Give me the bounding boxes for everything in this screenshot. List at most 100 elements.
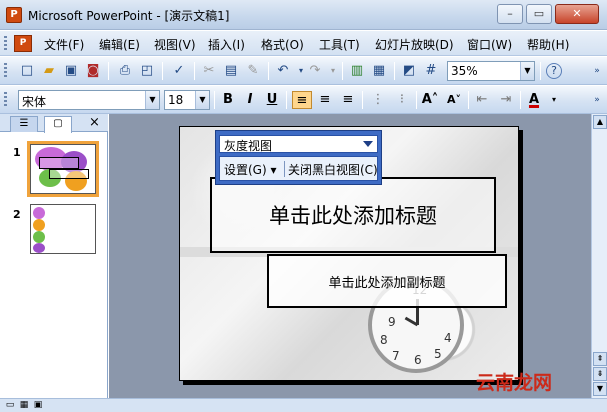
cut-icon[interactable]: ✂: [200, 62, 218, 80]
permission-icon[interactable]: ◙: [84, 62, 102, 80]
toolbar-separator: [286, 91, 287, 109]
grayscale-view-toolbar: 灰度视图 设置(G) ▾ 关闭黑白视图(C): [215, 130, 382, 185]
title-bar: P Microsoft PowerPoint - [演示文稿1] – ▭ ✕: [0, 0, 607, 30]
paste-icon[interactable]: ▤: [222, 62, 240, 80]
toolbar-grip-icon[interactable]: [4, 63, 7, 79]
menu-window[interactable]: 窗口(W): [467, 36, 512, 53]
show-grid-icon[interactable]: #: [422, 62, 440, 80]
slide-thumbnail-1[interactable]: [27, 141, 99, 197]
increase-font-icon[interactable]: A˄: [420, 91, 440, 109]
toolbar-grip-icon[interactable]: [4, 92, 7, 108]
toolbar-separator: [520, 91, 521, 109]
print-icon[interactable]: ⎙: [116, 62, 134, 80]
thumb-subtitle-box: [49, 169, 89, 179]
menu-grip-icon[interactable]: [4, 36, 7, 51]
zoom-value: 35%: [451, 64, 478, 78]
decrease-font-icon[interactable]: A˅: [444, 91, 464, 109]
clock-numeral: 5: [434, 347, 442, 361]
toolbar-options-icon[interactable]: »: [588, 62, 606, 80]
vertical-scrollbar[interactable]: ▲ ⇞ ⇟ ▼: [591, 114, 607, 398]
align-right-icon[interactable]: ≡: [338, 91, 358, 109]
new-icon[interactable]: □: [18, 62, 36, 80]
panel-tabs: ☰ ▢ ×: [0, 114, 108, 133]
menu-help[interactable]: 帮助(H): [527, 36, 569, 53]
redo-dropdown-icon[interactable]: ▾: [324, 62, 342, 80]
title-placeholder[interactable]: 单击此处添加标题: [210, 177, 496, 253]
menu-view[interactable]: 视图(V): [154, 36, 196, 53]
menu-insert[interactable]: 插入(I): [208, 36, 245, 53]
menu-slideshow[interactable]: 幻灯片放映(D): [375, 36, 454, 53]
open-icon[interactable]: ▰: [40, 62, 58, 80]
menu-bar: P 文件(F) 编辑(E) 视图(V) 插入(I) 格式(O) 工具(T) 幻灯…: [0, 31, 607, 56]
normal-view-icon[interactable]: ▭: [4, 400, 16, 411]
format-painter-icon[interactable]: ✎: [244, 62, 262, 80]
close-icon[interactable]: ×: [89, 115, 100, 130]
insert-table-icon[interactable]: ▦: [370, 62, 388, 80]
clock-numeral: 9: [388, 315, 396, 329]
spelling-icon[interactable]: ✓: [170, 62, 188, 80]
menu-tools[interactable]: 工具(T): [319, 36, 360, 53]
save-icon[interactable]: ▣: [62, 62, 80, 80]
align-left-icon[interactable]: ≡: [292, 91, 312, 109]
next-slide-icon[interactable]: ⇟: [593, 367, 607, 381]
font-color-icon[interactable]: A: [524, 91, 544, 109]
clock-numeral: 4: [444, 331, 452, 345]
underline-button[interactable]: U: [262, 91, 282, 109]
slide-sorter-icon[interactable]: ▦: [18, 400, 30, 411]
insert-chart-icon[interactable]: ▥: [348, 62, 366, 80]
print-preview-icon[interactable]: ◰: [138, 62, 156, 80]
document-icon[interactable]: P: [14, 35, 32, 52]
close-button[interactable]: ✕: [555, 4, 599, 24]
thumb-title-box: [39, 157, 79, 169]
slide-thumbnail-2[interactable]: [30, 204, 96, 254]
help-icon[interactable]: ?: [546, 63, 562, 79]
redo-icon[interactable]: ↷: [306, 62, 324, 80]
grayscale-toolbar-body: 设置(G) ▾ 关闭黑白视图(C): [219, 156, 378, 181]
chevron-down-icon[interactable]: ▼: [145, 91, 159, 109]
restore-button[interactable]: ▭: [526, 4, 552, 24]
slides-panel: ☰ ▢ × 1 2: [0, 114, 108, 398]
increase-indent-icon[interactable]: ⇥: [496, 91, 516, 109]
toolbar-separator: [416, 91, 417, 109]
font-color-dropdown-icon[interactable]: ▾: [544, 91, 564, 109]
bold-button[interactable]: B: [218, 91, 238, 109]
close-grayscale-button[interactable]: 关闭黑白视图(C): [288, 161, 378, 178]
chevron-down-icon[interactable]: [363, 141, 373, 147]
previous-slide-icon[interactable]: ⇞: [593, 352, 607, 366]
slide-number: 2: [13, 208, 21, 221]
toolbar-options-icon[interactable]: »: [588, 91, 606, 109]
undo-icon[interactable]: ↶: [274, 62, 292, 80]
bullets-icon[interactable]: ⁝: [392, 91, 412, 109]
clock-numeral: 8: [380, 333, 388, 347]
chevron-down-icon[interactable]: ▼: [195, 91, 209, 109]
scroll-up-icon[interactable]: ▲: [593, 115, 607, 129]
menu-file[interactable]: 文件(F): [44, 36, 84, 53]
zoom-select[interactable]: 35% ▼: [447, 61, 535, 81]
slide-number: 1: [13, 146, 21, 159]
thumb-graphic: [33, 219, 45, 231]
decrease-indent-icon[interactable]: ⇤: [472, 91, 492, 109]
toolbar-separator: [342, 62, 343, 80]
settings-button[interactable]: 设置(G) ▾: [224, 161, 277, 178]
scroll-down-icon[interactable]: ▼: [593, 382, 607, 396]
toolbar-separator: [214, 91, 215, 109]
grayscale-mode-select[interactable]: 灰度视图: [219, 135, 378, 153]
font-name-select[interactable]: 宋体 ▼: [18, 90, 160, 110]
subtitle-placeholder[interactable]: 单击此处添加副标题: [267, 254, 507, 308]
menu-edit[interactable]: 编辑(E): [99, 36, 140, 53]
slides-tab[interactable]: ▢: [44, 116, 72, 133]
color-grayscale-icon[interactable]: ◩: [400, 62, 418, 80]
menu-format[interactable]: 格式(O): [261, 36, 304, 53]
powerpoint-app-icon[interactable]: P: [6, 7, 22, 23]
thumb-graphic: [33, 243, 45, 253]
italic-button[interactable]: I: [240, 91, 260, 109]
outline-tab[interactable]: ☰: [10, 116, 38, 132]
align-center-icon[interactable]: ≡: [315, 91, 335, 109]
numbering-icon[interactable]: ⋮: [368, 91, 388, 109]
minimize-button[interactable]: –: [497, 4, 523, 24]
slideshow-view-icon[interactable]: ▣: [32, 400, 44, 411]
font-size-select[interactable]: 18 ▼: [164, 90, 210, 110]
thumb-graphic: [33, 207, 45, 219]
chevron-down-icon[interactable]: ▼: [520, 62, 534, 80]
standard-toolbar: □ ▰ ▣ ◙ ⎙ ◰ ✓ ✂ ▤ ✎ ↶ ▾ ↷ ▾ ▥ ▦ ◩ # 35% …: [0, 57, 607, 85]
